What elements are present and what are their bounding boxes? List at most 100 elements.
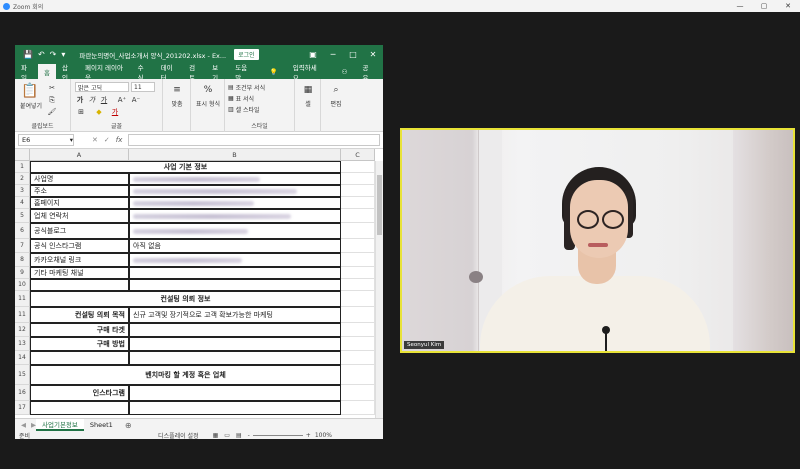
empty-cell[interactable] (341, 173, 375, 185)
field-label-cell[interactable]: 업체 연락처 (30, 209, 129, 223)
ribbon-display-icon[interactable]: ▣ (303, 45, 323, 64)
field-label-cell[interactable]: 홈페이지 (30, 197, 129, 209)
italic-button[interactable]: 가 (87, 95, 97, 105)
section-header[interactable]: 벤치마킹 할 계정 혹은 업체 (30, 365, 341, 385)
cancel-icon[interactable]: ✕ (92, 136, 98, 144)
field-value-cell[interactable] (129, 209, 341, 223)
cells-button[interactable]: 셀 (295, 99, 321, 108)
font-name-select[interactable]: 맑은 고딕 (75, 82, 129, 92)
add-sheet-icon[interactable]: ⊕ (125, 421, 132, 430)
editing-button[interactable]: 편집 (321, 99, 351, 108)
select-all-corner[interactable] (15, 149, 30, 161)
column-header-c[interactable]: C (341, 149, 375, 161)
formula-input[interactable] (128, 134, 380, 146)
underline-button[interactable]: 가 (99, 95, 109, 105)
enter-icon[interactable]: ✓ (104, 136, 110, 144)
percent-icon[interactable]: % (201, 83, 215, 97)
row-header[interactable]: 3 (15, 185, 30, 197)
tab-page-layout[interactable]: 페이지 레이아웃 (79, 64, 132, 82)
row-header[interactable]: 14 (15, 351, 30, 365)
close-button[interactable]: ✕ (776, 0, 800, 12)
search-icon[interactable]: ⌕ (329, 83, 343, 97)
sheet-tab-sheet1[interactable]: Sheet1 (84, 419, 119, 431)
empty-cell[interactable] (341, 385, 375, 401)
customize-qat-icon[interactable]: ▾ (61, 50, 65, 59)
prev-sheet-icon[interactable]: ◀ (21, 421, 26, 429)
cell-styles-button[interactable]: ▥ 셀 스타일 (228, 104, 292, 114)
field-value-cell[interactable] (129, 401, 341, 415)
font-size-select[interactable]: 11 (131, 82, 155, 92)
field-value-cell[interactable]: 아직 없음 (129, 239, 341, 253)
copy-icon[interactable]: ⎘ (47, 95, 57, 105)
excel-maximize-button[interactable]: □ (343, 45, 363, 64)
row-header[interactable]: 4 (15, 197, 30, 209)
paste-button[interactable]: 붙여넣기 (17, 101, 45, 110)
undo-icon[interactable]: ↶ (38, 50, 45, 59)
column-header-a[interactable]: A (30, 149, 129, 161)
field-value-cell[interactable] (129, 173, 341, 185)
field-value-cell[interactable]: 신규 고객및 장기적으로 고객 확보가능한 마케팅 (129, 307, 341, 323)
row-header[interactable]: 1 (15, 161, 30, 173)
empty-cell[interactable] (341, 223, 375, 239)
tab-formulas[interactable]: 수식 (132, 64, 155, 82)
field-label-cell[interactable]: 인스타그램 (30, 385, 129, 401)
empty-cell[interactable] (341, 197, 375, 209)
paste-icon[interactable]: 📋 (21, 82, 39, 100)
login-button[interactable]: 로그인 (234, 49, 259, 60)
tab-file[interactable]: 파일 (15, 64, 38, 82)
border-icon[interactable]: ⊞ (75, 107, 87, 117)
maximize-button[interactable]: ▢ (752, 0, 776, 12)
normal-view-icon[interactable]: ▦ (213, 432, 219, 439)
cells-icon[interactable]: ▦ (301, 83, 315, 97)
alignment-icon[interactable]: ≡ (170, 83, 184, 97)
field-value-cell[interactable] (129, 197, 341, 209)
field-value-cell[interactable] (129, 223, 341, 239)
bold-button[interactable]: 가 (75, 95, 85, 105)
empty-cell[interactable] (341, 401, 375, 415)
tab-help[interactable]: 도움말 (229, 64, 258, 82)
save-icon[interactable]: 💾 (23, 50, 33, 59)
share-button[interactable]: ⚇ 공유 (330, 64, 383, 82)
field-value-cell[interactable] (129, 351, 341, 365)
minimize-button[interactable]: — (728, 0, 752, 12)
empty-cell[interactable] (341, 337, 375, 351)
column-header-b[interactable]: B (129, 149, 341, 161)
tab-review[interactable]: 검토 (183, 64, 206, 82)
row-header[interactable]: 16 (15, 385, 30, 401)
format-as-table-button[interactable]: ▦ 표 서식 (228, 93, 292, 103)
excel-minimize-button[interactable]: ─ (323, 45, 343, 64)
field-label-cell[interactable] (30, 351, 129, 365)
format-painter-icon[interactable]: 🖌 (47, 107, 57, 117)
excel-close-button[interactable]: ✕ (363, 45, 383, 64)
empty-cell[interactable] (341, 323, 375, 337)
section-header[interactable]: 컨설팅 의뢰 정보 (30, 291, 341, 307)
zoom-slider[interactable] (252, 434, 303, 436)
font-color-icon[interactable]: 가 (109, 107, 121, 117)
page-layout-view-icon[interactable]: ▭ (224, 432, 230, 439)
field-label-cell[interactable]: 카카오채널 링크 (30, 253, 129, 267)
section-header[interactable]: 사업 기본 정보 (30, 161, 341, 173)
empty-cell[interactable] (341, 279, 375, 291)
row-header[interactable]: 9 (15, 267, 30, 279)
row-header[interactable]: 8 (15, 253, 30, 267)
field-value-cell[interactable] (129, 267, 341, 279)
redo-icon[interactable]: ↷ (50, 50, 57, 59)
row-header[interactable]: 17 (15, 401, 30, 415)
field-label-cell[interactable]: 공식블로그 (30, 223, 129, 239)
field-label-cell[interactable] (30, 279, 129, 291)
empty-cell[interactable] (341, 365, 375, 385)
zoom-out-button[interactable]: - (248, 432, 250, 439)
field-label-cell[interactable]: 구매 방법 (30, 337, 129, 351)
page-break-view-icon[interactable]: ▤ (236, 432, 242, 439)
empty-cell[interactable] (341, 253, 375, 267)
empty-cell[interactable] (341, 291, 375, 307)
field-value-cell[interactable] (129, 385, 341, 401)
empty-cell[interactable] (341, 161, 375, 173)
empty-cell[interactable] (341, 351, 375, 365)
zoom-in-button[interactable]: + (306, 432, 311, 439)
cut-icon[interactable]: ✂ (47, 83, 57, 93)
row-header[interactable]: 6 (15, 223, 30, 239)
field-label-cell[interactable]: 공식 인스타그램 (30, 239, 129, 253)
field-label-cell[interactable]: 기타 마케팅 채널 (30, 267, 129, 279)
field-label-cell[interactable]: 사업명 (30, 173, 129, 185)
